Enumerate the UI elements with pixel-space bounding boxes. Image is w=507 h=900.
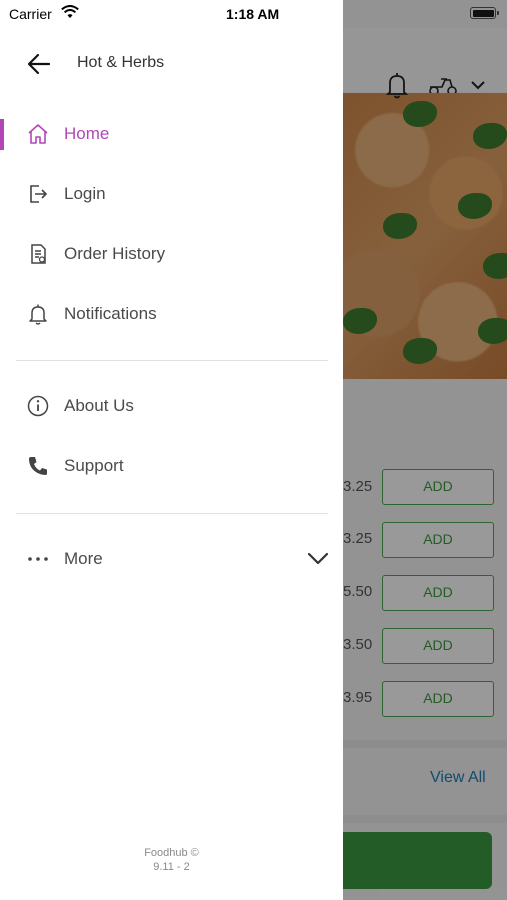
navigation-drawer: Hot & Herbs Home Login Order History Not…	[0, 0, 343, 900]
menu-item-label: Login	[64, 184, 106, 203]
menu-item-label: Home	[64, 124, 110, 143]
menu-item-label: Order History	[64, 244, 166, 263]
footer-brand: Foodhub ©	[144, 847, 199, 859]
menu-item-notifications[interactable]: Notifications	[0, 288, 343, 340]
carrier-label: Carrier	[9, 6, 52, 22]
menu-item-label: About Us	[64, 396, 134, 415]
menu-divider	[16, 360, 328, 361]
home-icon	[28, 124, 48, 144]
chevron-down-icon[interactable]	[307, 551, 329, 567]
app-footer: Foodhub © 9.11 - 2	[0, 846, 343, 874]
menu-item-label: More	[64, 549, 103, 568]
menu-divider	[16, 513, 328, 514]
clock: 1:18 AM	[226, 6, 280, 22]
login-icon	[30, 185, 47, 203]
menu-item-label: Support	[64, 456, 124, 475]
menu-item-about-us[interactable]: About Us	[0, 380, 343, 432]
store-name: Hot & Herbs	[77, 54, 165, 71]
status-bar: Carrier 1:18 AM	[0, 0, 507, 28]
menu-item-more[interactable]: More	[0, 533, 343, 585]
drawer-scrim[interactable]	[343, 0, 507, 900]
back-arrow-icon[interactable]	[27, 53, 51, 75]
footer-version: 9.11 - 2	[153, 861, 190, 873]
battery-icon	[470, 7, 499, 19]
wifi-icon	[61, 5, 79, 24]
menu-item-support[interactable]: Support	[0, 440, 343, 492]
menu-item-label: Notifications	[64, 304, 157, 323]
menu-item-home[interactable]: Home	[0, 108, 343, 160]
menu-item-login[interactable]: Login	[0, 168, 343, 220]
more-dots-icon	[28, 557, 48, 561]
bell-icon	[29, 304, 47, 325]
menu-item-order-history[interactable]: Order History	[0, 228, 343, 280]
order-history-icon	[31, 244, 46, 264]
info-icon	[27, 395, 49, 417]
phone-icon	[29, 457, 47, 475]
